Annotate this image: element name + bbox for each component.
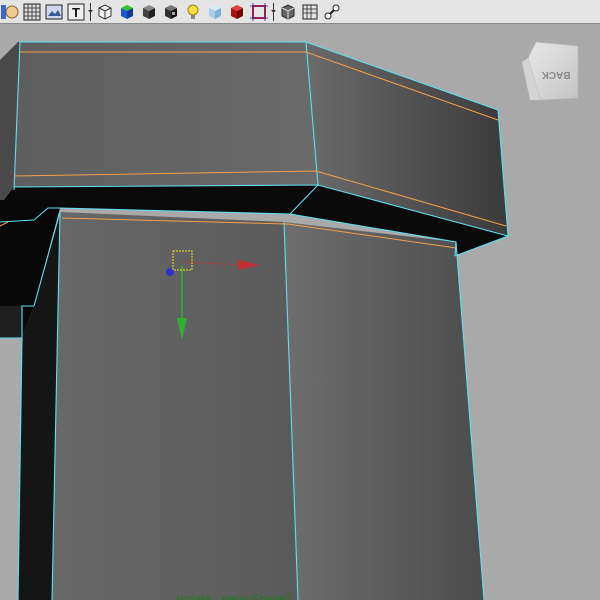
panel-toolbar: T	[0, 0, 600, 24]
view-cube[interactable]: BACK	[522, 41, 579, 101]
mesh-face-left-block-front	[0, 306, 22, 338]
isolate-status-label: Isolate : perspShape1	[176, 592, 293, 600]
grid-toggle-icon[interactable]	[300, 2, 320, 22]
joint-icon[interactable]	[322, 2, 342, 22]
resolution-gate-icon[interactable]	[249, 2, 269, 22]
mesh-face-column-right	[284, 222, 484, 600]
scene-render: BACK	[0, 41, 579, 600]
isolate-icon[interactable]	[278, 2, 298, 22]
smooth-shade-icon[interactable]	[139, 2, 159, 22]
select-camera-icon[interactable]	[0, 2, 20, 22]
shaded-cube-icon[interactable]	[117, 2, 137, 22]
image-plane-icon[interactable]	[44, 2, 64, 22]
perspective-viewport[interactable]: BACK Isolate : perspShape1	[0, 24, 600, 600]
wireframe-icon[interactable]	[22, 2, 42, 22]
toolbar-separator-1	[88, 2, 93, 22]
mesh-face-upper-front	[14, 42, 318, 187]
xray-icon[interactable]	[205, 2, 225, 22]
wireframe-cube-icon[interactable]	[95, 2, 115, 22]
text-icon[interactable]: T	[66, 2, 86, 22]
shadow-icon[interactable]	[227, 2, 247, 22]
lights-icon[interactable]	[183, 2, 203, 22]
toolbar-separator-2	[271, 2, 276, 22]
textured-icon[interactable]	[161, 2, 181, 22]
svg-text:T: T	[72, 5, 80, 20]
view-cube-label[interactable]: BACK	[541, 69, 571, 80]
